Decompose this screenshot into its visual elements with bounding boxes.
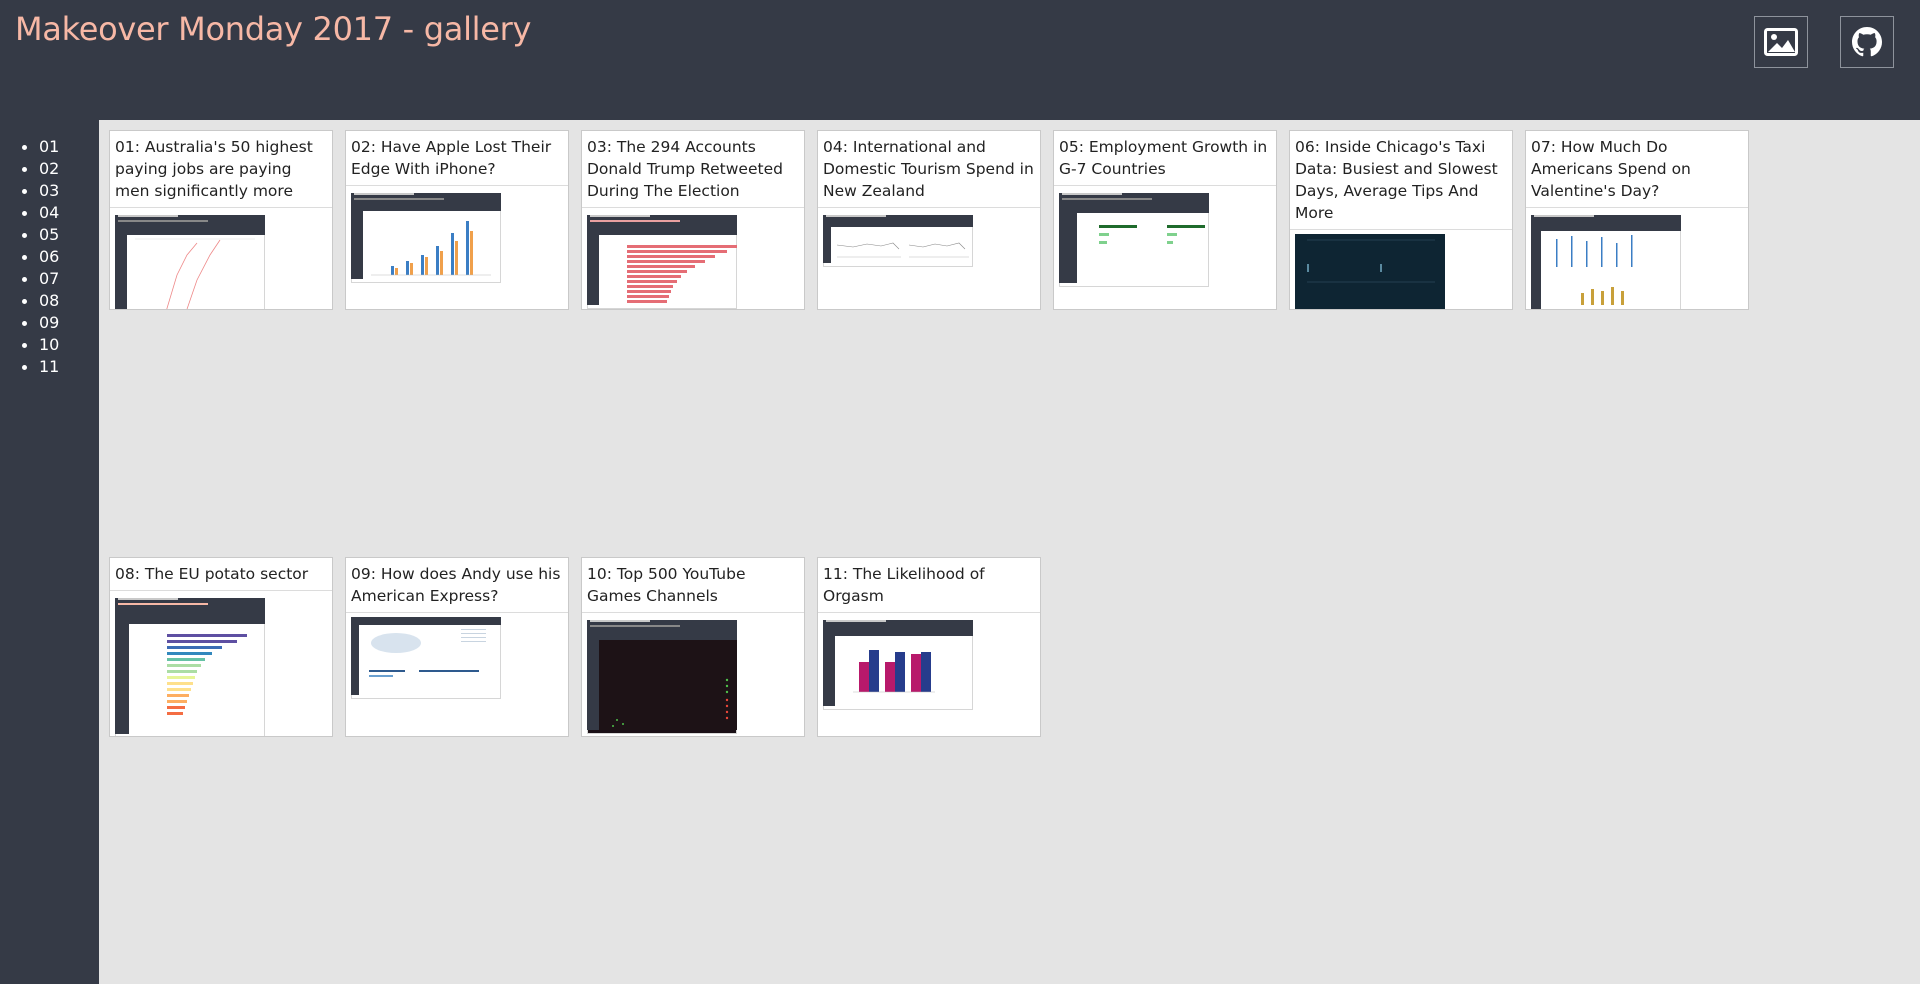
bullet-icon bbox=[22, 342, 27, 348]
sidebar-item-label: 09 bbox=[39, 313, 60, 332]
bullet-icon bbox=[22, 276, 27, 282]
sidebar-item-05[interactable]: 05 bbox=[22, 224, 59, 246]
sidebar-item-label: 04 bbox=[39, 203, 60, 222]
sidebar-item-label: 02 bbox=[39, 159, 60, 178]
sidebar-item-label: 07 bbox=[39, 269, 60, 288]
sidebar-item-label: 10 bbox=[39, 335, 60, 354]
sidebar-item-01[interactable]: 01 bbox=[22, 136, 59, 158]
sidebar-item-03[interactable]: 03 bbox=[22, 180, 59, 202]
bullet-icon bbox=[22, 210, 27, 216]
card-thumbnail bbox=[1526, 208, 1748, 309]
github-button[interactable] bbox=[1840, 16, 1894, 68]
sidebar-item-08[interactable]: 08 bbox=[22, 290, 59, 312]
card-thumbnail bbox=[346, 186, 568, 283]
sidebar-item-02[interactable]: 02 bbox=[22, 158, 59, 180]
header: Makeover Monday 2017 - gallery bbox=[0, 0, 1920, 120]
bullet-icon bbox=[22, 232, 27, 238]
gallery-card-11[interactable]: 11: The Likelihood of Orgasm bbox=[817, 557, 1041, 737]
sidebar-item-label: 11 bbox=[39, 357, 60, 376]
sidebar-item-04[interactable]: 04 bbox=[22, 202, 59, 224]
sidebar-item-label: 06 bbox=[39, 247, 60, 266]
gallery-grid: 01: Australia's 50 highest paying jobs a… bbox=[99, 120, 1920, 984]
gallery-card-08[interactable]: 08: The EU potato sector bbox=[109, 557, 333, 737]
card-thumbnail bbox=[1054, 186, 1276, 287]
card-thumbnail bbox=[1290, 230, 1512, 309]
image-icon bbox=[1764, 28, 1798, 56]
card-caption: 10: Top 500 YouTube Games Channels bbox=[582, 558, 804, 613]
sidebar-item-10[interactable]: 10 bbox=[22, 334, 59, 356]
bullet-icon bbox=[22, 298, 27, 304]
bullet-icon bbox=[22, 364, 27, 370]
gallery-card-03[interactable]: 03: The 294 Accounts Donald Trump Retwee… bbox=[581, 130, 805, 310]
gallery-image-button[interactable] bbox=[1754, 16, 1808, 68]
gallery-card-02[interactable]: 02: Have Apple Lost Their Edge With iPho… bbox=[345, 130, 569, 310]
card-thumbnail bbox=[110, 591, 332, 736]
gallery-card-04[interactable]: 04: International and Domestic Tourism S… bbox=[817, 130, 1041, 310]
sidebar-item-label: 08 bbox=[39, 291, 60, 310]
card-thumbnail bbox=[818, 208, 1040, 267]
bullet-icon bbox=[22, 144, 27, 150]
gallery-card-09[interactable]: 09: How does Andy use his American Expre… bbox=[345, 557, 569, 737]
card-caption: 02: Have Apple Lost Their Edge With iPho… bbox=[346, 131, 568, 186]
github-icon bbox=[1852, 27, 1882, 57]
card-caption: 04: International and Domestic Tourism S… bbox=[818, 131, 1040, 208]
sidebar-item-06[interactable]: 06 bbox=[22, 246, 59, 268]
gallery-card-01[interactable]: 01: Australia's 50 highest paying jobs a… bbox=[109, 130, 333, 310]
page-title: Makeover Monday 2017 - gallery bbox=[15, 10, 532, 48]
gallery-card-07[interactable]: 07: How Much Do Americans Spend on Valen… bbox=[1525, 130, 1749, 310]
card-caption: 07: How Much Do Americans Spend on Valen… bbox=[1526, 131, 1748, 208]
sidebar-item-label: 01 bbox=[39, 137, 60, 156]
card-thumbnail bbox=[582, 613, 804, 734]
card-caption: 01: Australia's 50 highest paying jobs a… bbox=[110, 131, 332, 208]
sidebar-item-label: 05 bbox=[39, 225, 60, 244]
bullet-icon bbox=[22, 254, 27, 260]
bullet-icon bbox=[22, 188, 27, 194]
card-thumbnail bbox=[818, 613, 1040, 710]
card-caption: 03: The 294 Accounts Donald Trump Retwee… bbox=[582, 131, 804, 208]
card-caption: 06: Inside Chicago's Taxi Data: Busiest … bbox=[1290, 131, 1512, 230]
bullet-icon bbox=[22, 166, 27, 172]
gallery-card-06[interactable]: 06: Inside Chicago's Taxi Data: Busiest … bbox=[1289, 130, 1513, 310]
card-thumbnail bbox=[582, 208, 804, 309]
card-caption: 11: The Likelihood of Orgasm bbox=[818, 558, 1040, 613]
sidebar-item-09[interactable]: 09 bbox=[22, 312, 59, 334]
card-caption: 08: The EU potato sector bbox=[110, 558, 332, 591]
sidebar-item-11[interactable]: 11 bbox=[22, 356, 59, 378]
sidebar: 01 02 03 04 05 06 07 08 09 10 11 bbox=[0, 120, 99, 984]
sidebar-item-07[interactable]: 07 bbox=[22, 268, 59, 290]
card-thumbnail bbox=[346, 613, 568, 699]
gallery-card-10[interactable]: 10: Top 500 YouTube Games Channels bbox=[581, 557, 805, 737]
card-caption: 09: How does Andy use his American Expre… bbox=[346, 558, 568, 613]
sidebar-item-label: 03 bbox=[39, 181, 60, 200]
card-thumbnail bbox=[110, 208, 332, 309]
gallery-card-05[interactable]: 05: Employment Growth in G-7 Countries bbox=[1053, 130, 1277, 310]
bullet-icon bbox=[22, 320, 27, 326]
card-caption: 05: Employment Growth in G-7 Countries bbox=[1054, 131, 1276, 186]
